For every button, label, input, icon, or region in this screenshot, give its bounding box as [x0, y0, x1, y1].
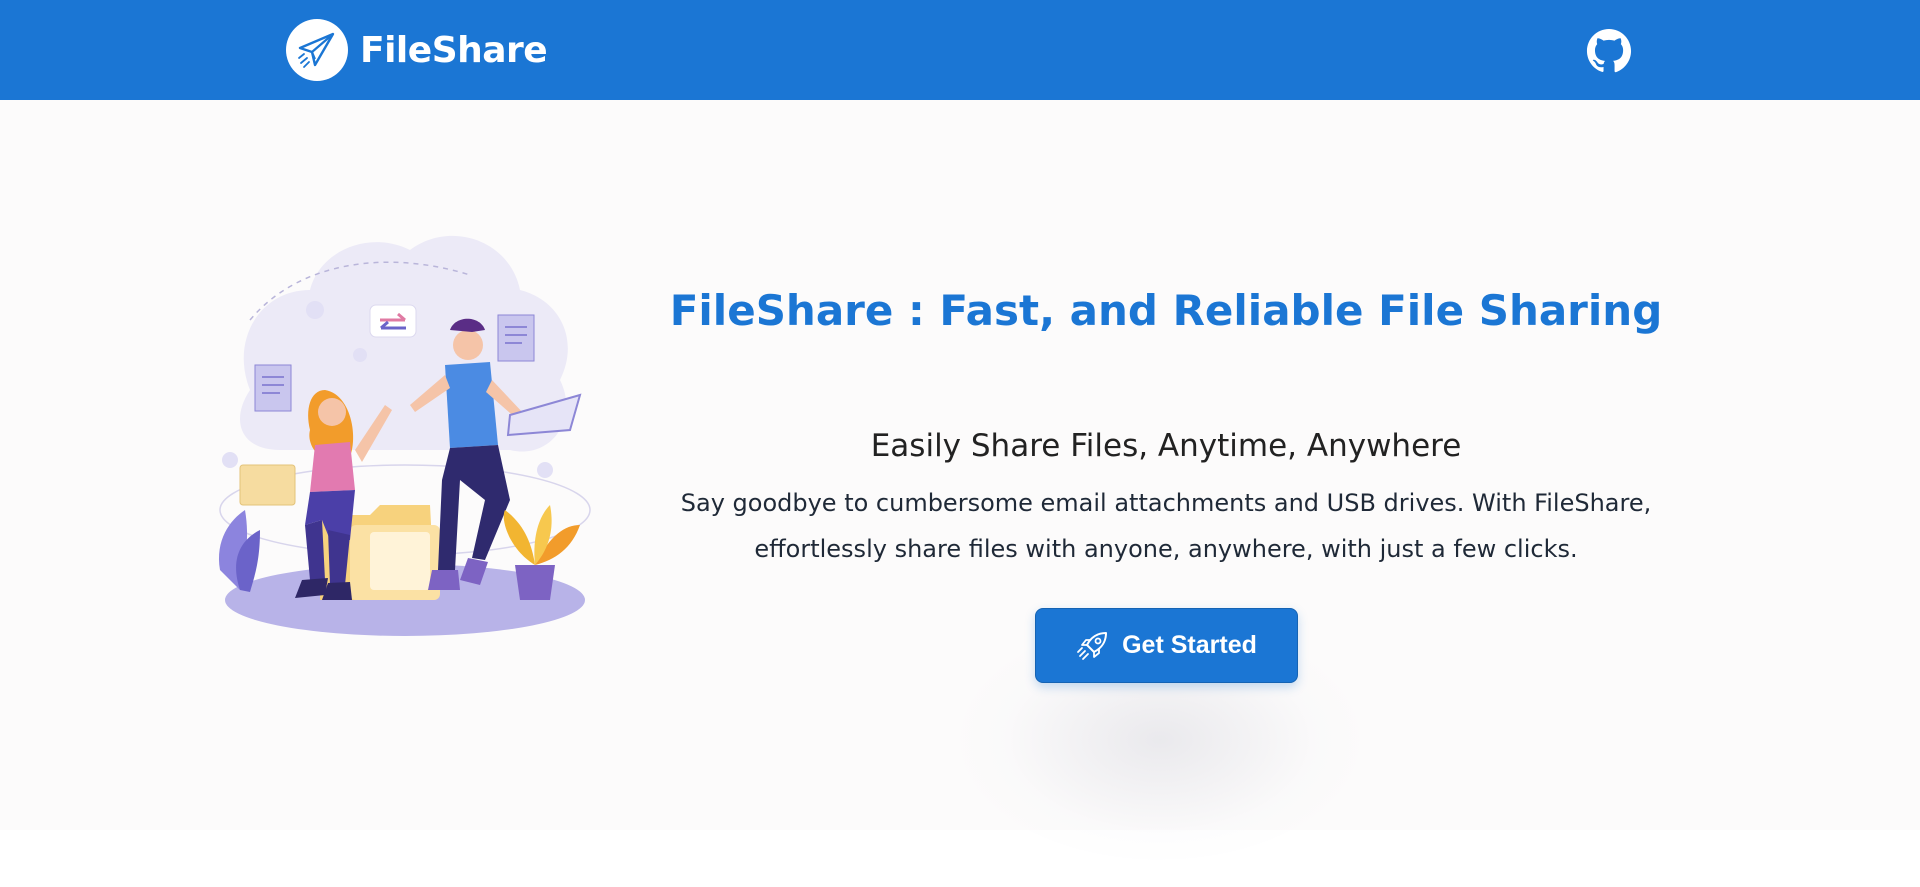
paper-plane-icon	[286, 19, 348, 81]
top-navbar: FileShare	[0, 0, 1920, 100]
hero-title: FileShare : Fast, and Reliable File Shar…	[669, 286, 1663, 335]
rocket-icon	[1076, 629, 1110, 663]
file-sharing-illustration	[210, 180, 600, 640]
brand-name: FileShare	[360, 29, 548, 71]
hero-description: Say goodbye to cumbersome email attachme…	[680, 489, 1652, 563]
github-icon	[1586, 28, 1632, 78]
get-started-button[interactable]: Get Started	[1035, 608, 1298, 683]
brand-home-link[interactable]: FileShare	[286, 19, 548, 81]
github-link[interactable]	[1586, 28, 1632, 74]
get-started-label: Get Started	[1122, 631, 1257, 659]
hero-subtitle: Easily Share Files, Anytime, Anywhere	[870, 428, 1462, 464]
